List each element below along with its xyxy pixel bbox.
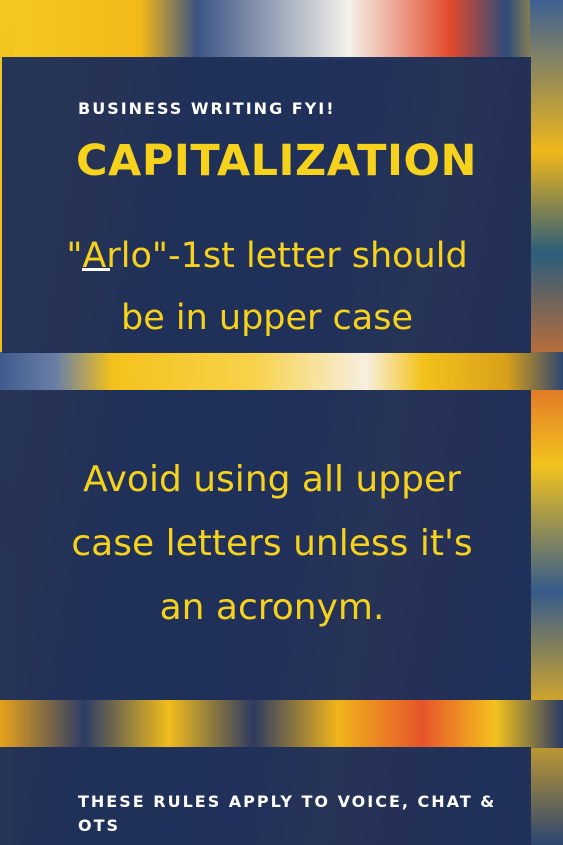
page-title: CAPITALIZATION	[76, 136, 478, 186]
paint-stroke-lower	[0, 700, 563, 748]
paint-stroke-top	[0, 0, 563, 60]
advice-line-2: case letters unless it's	[71, 523, 473, 564]
text-cursor-underline	[82, 268, 110, 271]
rule-text: "Arlo"-1st letter should be in upper cas…	[12, 225, 522, 349]
advice-line-1: Avoid using all upper	[83, 459, 461, 500]
rule-line-2: be in upper case	[120, 298, 414, 338]
rule-line-1: "Arlo"-1st letter should	[66, 236, 468, 276]
footer-text: THESE RULES APPLY TO VOICE, CHAT & OTS	[78, 790, 528, 838]
advice-line-3: an acronym.	[159, 587, 385, 628]
advice-text: Avoid using all upper case letters unles…	[12, 448, 532, 640]
eyebrow-text: BUSINESS WRITING FYI!	[78, 99, 336, 118]
footer-line-1: THESE RULES APPLY TO VOICE, CHAT &	[78, 792, 497, 811]
footer-line-2: OTS	[78, 816, 121, 835]
paint-stroke-middle	[0, 352, 563, 390]
